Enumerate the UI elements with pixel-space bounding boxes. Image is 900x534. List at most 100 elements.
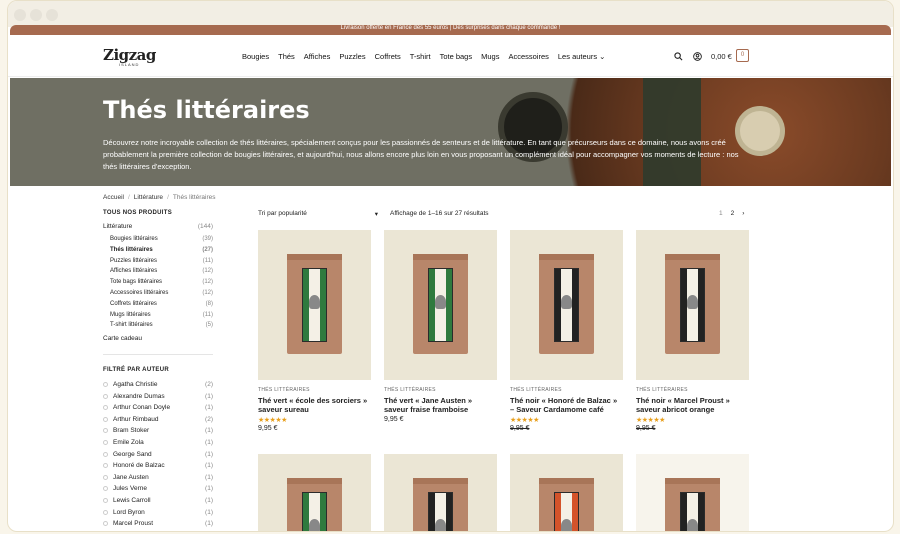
author-filter-item[interactable]: Lewis Carroll (1): [103, 497, 213, 504]
category-count: (144): [197, 223, 213, 230]
cart-count-badge[interactable]: 0: [736, 49, 749, 62]
author-checkbox[interactable]: [103, 463, 108, 469]
product-card[interactable]: THÉS LITTÉRAIRES Thé vert « Jane Austen »…: [384, 230, 497, 423]
author-count: (1): [205, 404, 213, 412]
author-checkbox[interactable]: [103, 393, 108, 399]
tea-bag-image: [539, 478, 594, 531]
page-2[interactable]: 2: [731, 210, 735, 217]
product-image[interactable]: [384, 454, 497, 531]
product-title[interactable]: Thé vert « école des sorciers » saveur s…: [258, 396, 371, 414]
search-icon[interactable]: [674, 52, 683, 61]
product-image[interactable]: [636, 230, 749, 380]
sidebar-subcategory[interactable]: Affiches littéraires (12): [110, 268, 213, 274]
author-checkbox[interactable]: [103, 486, 108, 492]
author-filter-item[interactable]: George Sand (1): [103, 451, 213, 458]
page-1[interactable]: 1: [719, 210, 723, 217]
subcategory-count: (27): [202, 246, 213, 253]
product-image[interactable]: [258, 454, 371, 531]
subcategory-label: Affiches littéraires: [110, 268, 158, 275]
subcategory-label: Bougies littéraires: [110, 236, 158, 242]
nav-item-tote-bags[interactable]: Tote bags: [440, 52, 473, 61]
sidebar-subcategory[interactable]: Puzzles littéraires (11): [110, 258, 213, 264]
pagination: 1 2 ›: [719, 210, 744, 217]
author-portrait: [309, 295, 320, 309]
window-dot[interactable]: [30, 9, 42, 21]
author-checkbox[interactable]: [103, 382, 108, 387]
product-image[interactable]: [384, 230, 497, 380]
product-image[interactable]: [636, 454, 749, 531]
author-checkbox[interactable]: [103, 428, 108, 434]
logo-subtitle: ISLAND: [119, 62, 140, 67]
nav-item-puzzles[interactable]: Puzzles: [339, 52, 365, 61]
sidebar-subcategory[interactable]: Accessoires littéraires (12): [110, 290, 213, 296]
product-card[interactable]: THÉS LITTÉRAIRES Thé vert « école des sor…: [258, 230, 371, 432]
account-icon[interactable]: [693, 52, 702, 61]
window-dot[interactable]: [14, 9, 26, 21]
breadcrumb-separator: /: [127, 194, 130, 201]
author-checkbox[interactable]: [103, 405, 108, 411]
product-card[interactable]: [258, 454, 371, 531]
author-checkbox[interactable]: [103, 498, 108, 503]
sidebar-gift-card[interactable]: Carte cadeau: [103, 335, 213, 342]
author-filter-item[interactable]: Honoré de Balzac (1): [103, 462, 213, 469]
product-card[interactable]: [510, 454, 623, 531]
author-portrait: [561, 295, 572, 309]
author-filter-item[interactable]: Emile Zola (1): [103, 439, 213, 446]
product-image[interactable]: [510, 230, 623, 380]
author-checkbox[interactable]: [103, 509, 108, 515]
nav-item-accessoires[interactable]: Accessoires: [508, 52, 548, 61]
author-filter-item[interactable]: Jane Austen (1): [103, 474, 213, 481]
breadcrumb-literature[interactable]: Littérature: [134, 194, 163, 201]
sidebar-subcategory[interactable]: Bougies littéraires (39): [110, 236, 213, 242]
author-portrait: [687, 295, 698, 309]
author-checkbox[interactable]: [103, 440, 108, 445]
product-title[interactable]: Thé vert « Jane Austen » saveur fraise f…: [384, 396, 497, 414]
nav-item-bougies[interactable]: Bougies: [242, 52, 269, 61]
author-label: Lewis Carroll: [113, 497, 151, 504]
author-filter-item[interactable]: Bram Stoker (1): [103, 427, 213, 434]
product-card[interactable]: [384, 454, 497, 531]
nav-item-tshirt[interactable]: T-shirt: [410, 52, 431, 61]
breadcrumb-home[interactable]: Accueil: [103, 194, 124, 201]
author-filter-item[interactable]: Marcel Proust (1): [103, 520, 213, 527]
next-page-icon[interactable]: ›: [742, 210, 744, 217]
sidebar-subcategory[interactable]: T-shirt littéraires (5): [110, 322, 213, 328]
product-title[interactable]: Thé noir « Marcel Proust » saveur abrico…: [636, 396, 749, 414]
author-checkbox[interactable]: [103, 521, 108, 527]
product-image[interactable]: [258, 230, 371, 380]
author-label: Jane Austen: [113, 473, 149, 481]
product-card[interactable]: [636, 454, 749, 531]
author-filter-item[interactable]: Arthur Rimbaud (2): [103, 416, 213, 423]
subcategory-count: (12): [202, 290, 213, 296]
sidebar-subcategory[interactable]: Thés littéraires (27): [110, 247, 213, 253]
author-filter-item[interactable]: Lord Byron (1): [103, 509, 213, 516]
author-filter-item[interactable]: Alexandre Dumas (1): [103, 393, 213, 400]
author-portrait: [561, 519, 572, 531]
nav-item-mugs[interactable]: Mugs: [481, 52, 499, 61]
nav-item-coffrets[interactable]: Coffrets: [375, 52, 401, 61]
author-filter-item[interactable]: Agatha Christie (2): [103, 381, 213, 388]
page-title: Thés littéraires: [103, 96, 310, 124]
product-title[interactable]: Thé noir « Honoré de Balzac » – Saveur C…: [510, 396, 623, 414]
sidebar-category-literature[interactable]: Littérature (144): [103, 223, 213, 230]
author-filter-item[interactable]: Jules Verne (1): [103, 485, 213, 492]
sidebar-divider: [103, 354, 213, 355]
author-filter-item[interactable]: Arthur Conan Doyle (1): [103, 404, 213, 411]
cart-total[interactable]: 0,00 €: [711, 52, 732, 61]
author-checkbox[interactable]: [103, 416, 108, 422]
sidebar-subcategory[interactable]: Mugs littéraires (11): [110, 312, 213, 318]
sidebar-subcategory[interactable]: Tote bags littéraires (12): [110, 279, 213, 285]
sidebar-subcategory[interactable]: Coffrets littéraires (8): [110, 301, 213, 307]
tea-label: [680, 268, 705, 342]
sort-select[interactable]: Tri par popularité ▾: [258, 210, 378, 218]
window-dot[interactable]: [46, 9, 58, 21]
author-count: (1): [205, 462, 213, 470]
nav-item-auteurs[interactable]: Les auteurs ⌄: [558, 52, 606, 61]
product-card[interactable]: THÉS LITTÉRAIRES Thé noir « Honoré de Bal…: [510, 230, 623, 432]
author-checkbox[interactable]: [103, 451, 108, 457]
nav-item-affiches[interactable]: Affiches: [304, 52, 331, 61]
product-image[interactable]: [510, 454, 623, 531]
author-checkbox[interactable]: [103, 474, 108, 480]
product-card[interactable]: THÉS LITTÉRAIRES Thé noir « Marcel Proust…: [636, 230, 749, 432]
nav-item-thes[interactable]: Thés: [278, 52, 295, 61]
